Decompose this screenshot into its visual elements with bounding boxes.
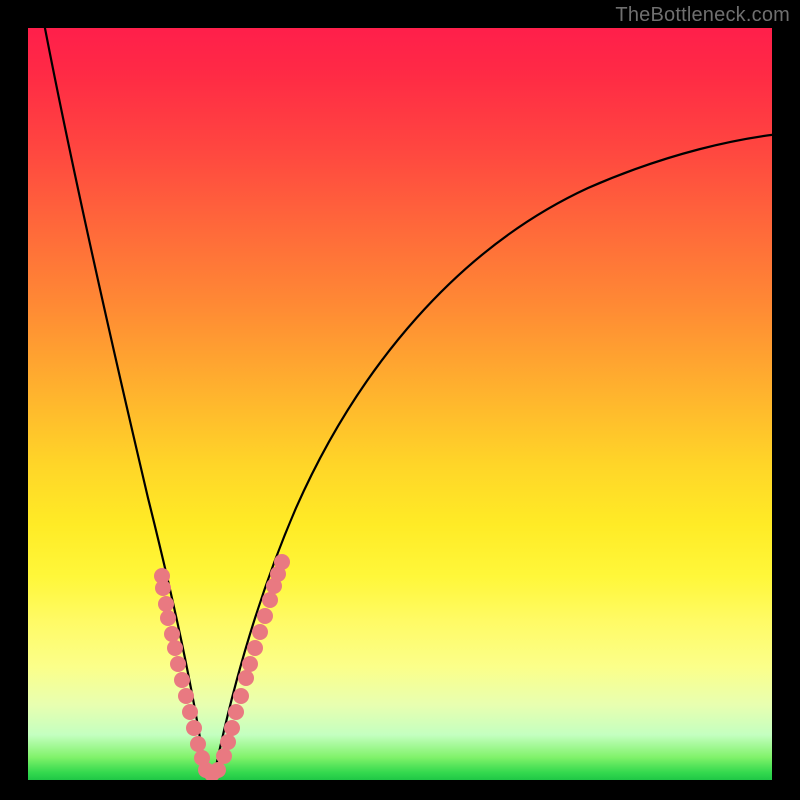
sample-dot xyxy=(190,736,206,752)
bottleneck-curve-svg xyxy=(28,28,772,780)
sample-dot xyxy=(210,762,226,778)
sample-dot xyxy=(178,688,194,704)
sample-dot xyxy=(170,656,186,672)
curve-right-branch xyxy=(214,133,772,776)
sample-dot xyxy=(224,720,240,736)
sample-dot xyxy=(155,580,171,596)
sample-dot xyxy=(228,704,244,720)
sample-dot xyxy=(167,640,183,656)
sample-dot xyxy=(274,554,290,570)
sample-dot xyxy=(242,656,258,672)
sample-dot xyxy=(216,748,232,764)
sample-dot xyxy=(160,610,176,626)
sample-dot xyxy=(164,626,180,642)
watermark-text: TheBottleneck.com xyxy=(615,4,790,27)
sample-dot xyxy=(220,734,236,750)
sample-dot xyxy=(257,608,273,624)
sample-dot xyxy=(247,640,263,656)
sample-dot xyxy=(186,720,202,736)
sample-dot xyxy=(158,596,174,612)
sample-dot xyxy=(233,688,249,704)
sample-dot xyxy=(262,592,278,608)
sample-dot xyxy=(238,670,254,686)
sample-dot xyxy=(174,672,190,688)
chart-frame xyxy=(28,28,772,780)
sample-dot xyxy=(252,624,268,640)
sample-dot xyxy=(182,704,198,720)
sample-points-group xyxy=(154,554,290,780)
